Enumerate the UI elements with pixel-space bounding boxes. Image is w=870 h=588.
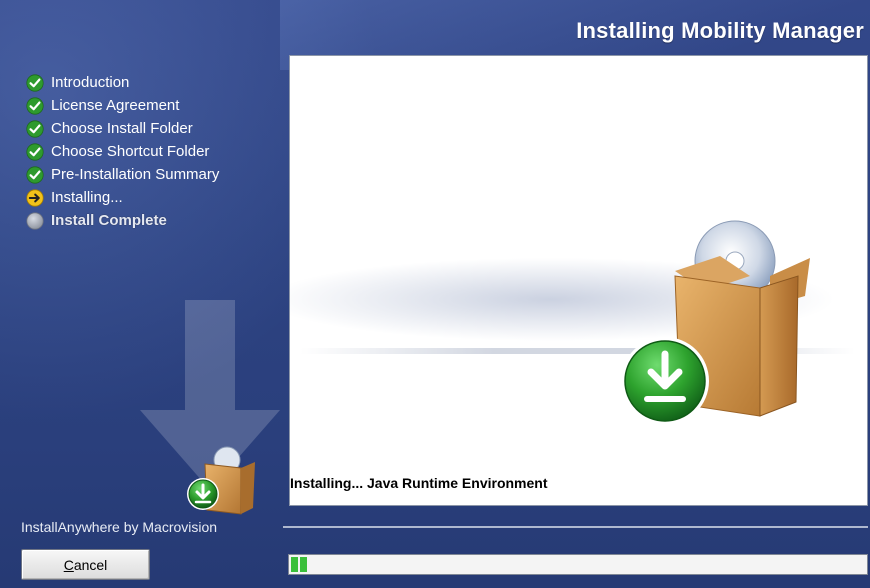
step-label: Introduction <box>51 74 130 91</box>
step-license-agreement: License Agreement <box>26 94 219 117</box>
check-icon <box>26 73 44 92</box>
check-icon <box>26 119 44 138</box>
check-icon <box>26 142 44 161</box>
step-label: Installing... <box>51 189 123 206</box>
content-panel: Installing... Java Runtime Environment <box>289 55 868 506</box>
step-label: Install Complete <box>51 212 167 229</box>
install-progress-bar <box>288 554 868 575</box>
installer-logo-icon <box>187 446 255 515</box>
check-icon <box>26 96 44 115</box>
check-icon <box>26 165 44 184</box>
step-list: Introduction License Agreement Choose In… <box>26 71 219 232</box>
progress-fill <box>291 557 309 572</box>
install-box-illustration-icon <box>621 220 810 425</box>
window-title: Installing Mobility Manager <box>576 18 864 43</box>
step-installing: Installing... <box>26 186 219 209</box>
arrow-right-icon <box>26 188 44 207</box>
step-label: Pre-Installation Summary <box>51 166 220 183</box>
footer-divider <box>283 526 868 528</box>
circle-icon <box>26 211 44 230</box>
installer-window: Installing Mobility Manager Introduction… <box>0 0 870 588</box>
cancel-mnemonic: C <box>63 556 74 573</box>
step-pre-installation-summary: Pre-Installation Summary <box>26 163 219 186</box>
step-choose-shortcut-folder: Choose Shortcut Folder <box>26 140 219 163</box>
brand-label: InstallAnywhere by Macrovision <box>21 519 218 535</box>
cancel-label-rest: ancel <box>73 556 108 573</box>
step-label: License Agreement <box>51 97 180 114</box>
step-install-complete: Install Complete <box>26 209 219 232</box>
install-status-text: Installing... Java Runtime Environment <box>290 475 548 491</box>
step-choose-install-folder: Choose Install Folder <box>26 117 219 140</box>
step-label: Choose Install Folder <box>51 120 193 137</box>
cancel-button[interactable]: Cancel <box>21 549 150 580</box>
step-introduction: Introduction <box>26 71 219 94</box>
step-label: Choose Shortcut Folder <box>51 143 210 160</box>
